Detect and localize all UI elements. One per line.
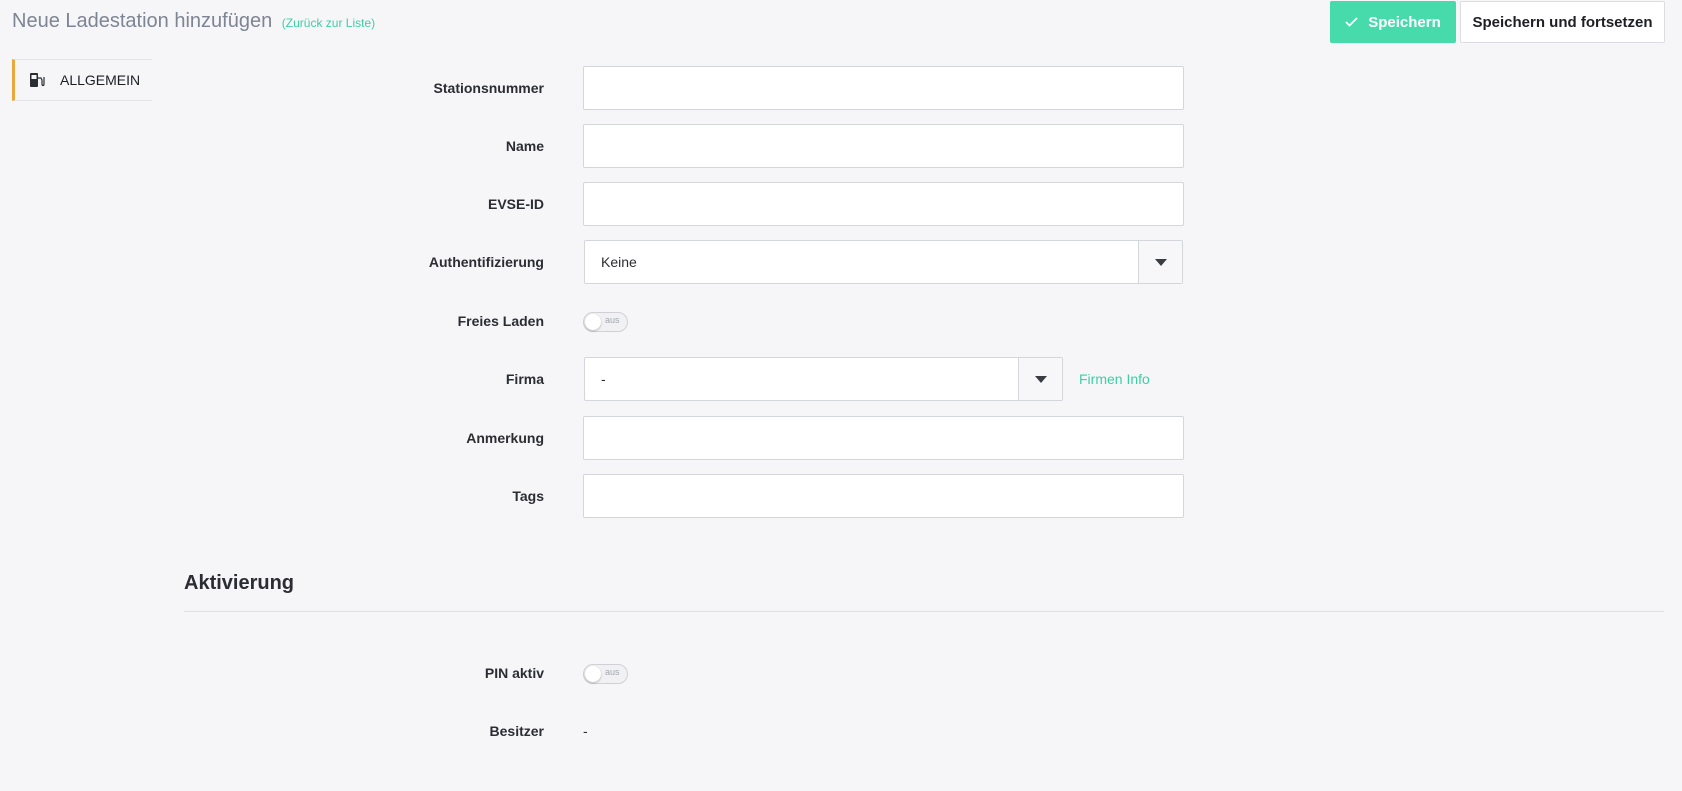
form-row-name: Name — [0, 124, 1682, 168]
name-input[interactable] — [583, 124, 1184, 168]
save-button-label: Speichern — [1368, 13, 1441, 31]
chevron-down-icon[interactable] — [1018, 358, 1062, 400]
free-charging-toggle-state: aus — [605, 315, 620, 325]
toggle-knob — [585, 666, 601, 682]
chevron-down-icon[interactable] — [1138, 241, 1182, 283]
company-label: Firma — [505, 371, 544, 387]
evse-id-label: EVSE-ID — [487, 196, 544, 212]
company-select[interactable]: - — [584, 357, 1063, 401]
form-row-tags: Tags — [0, 474, 1682, 518]
back-to-list-link[interactable]: (Zurück zur Liste) — [282, 16, 375, 30]
form-row-authentication: Authentifizierung Keine — [0, 240, 1682, 284]
section-divider — [184, 611, 1664, 612]
form-row-pin-active: PIN aktiv aus — [0, 651, 1682, 695]
toggle-knob — [585, 314, 601, 330]
activation-section-title: Aktivierung — [184, 572, 295, 594]
tags-input[interactable] — [583, 474, 1184, 518]
form-row-free-charging: Freies Laden aus — [0, 299, 1682, 343]
remark-input[interactable] — [583, 416, 1184, 460]
station-number-input[interactable] — [583, 66, 1184, 110]
authentication-select[interactable]: Keine — [584, 240, 1183, 284]
form-row-station-number: Stationsnummer — [0, 66, 1682, 110]
pin-active-toggle[interactable]: aus — [583, 664, 628, 684]
form-row-evse-id: EVSE-ID — [0, 182, 1682, 226]
page-title-text: Neue Ladestation hinzufügen — [12, 10, 273, 32]
company-select-value: - — [601, 371, 606, 387]
authentication-label: Authentifizierung — [428, 254, 544, 270]
free-charging-label: Freies Laden — [457, 313, 544, 329]
authentication-select-value: Keine — [601, 254, 637, 270]
company-info-link[interactable]: Firmen Info — [1079, 357, 1150, 401]
name-label: Name — [505, 138, 544, 154]
pin-active-toggle-state: aus — [605, 667, 620, 677]
save-button[interactable]: Speichern — [1330, 1, 1456, 43]
form-row-owner: Besitzer - — [0, 709, 1682, 753]
owner-label: Besitzer — [489, 723, 544, 739]
save-and-continue-button[interactable]: Speichern und fortsetzen — [1460, 1, 1665, 43]
form-row-company: Firma - Firmen Info — [0, 357, 1682, 401]
remark-label: Anmerkung — [466, 430, 544, 446]
tags-label: Tags — [512, 488, 544, 504]
free-charging-toggle[interactable]: aus — [583, 312, 628, 332]
station-number-label: Stationsnummer — [433, 80, 544, 96]
check-icon — [1345, 14, 1358, 31]
owner-value: - — [583, 723, 588, 739]
form-row-remark: Anmerkung — [0, 416, 1682, 460]
pin-active-label: PIN aktiv — [484, 665, 544, 681]
page-title: Neue Ladestation hinzufügen (Zurück zur … — [12, 10, 375, 33]
evse-id-input[interactable] — [583, 182, 1184, 226]
